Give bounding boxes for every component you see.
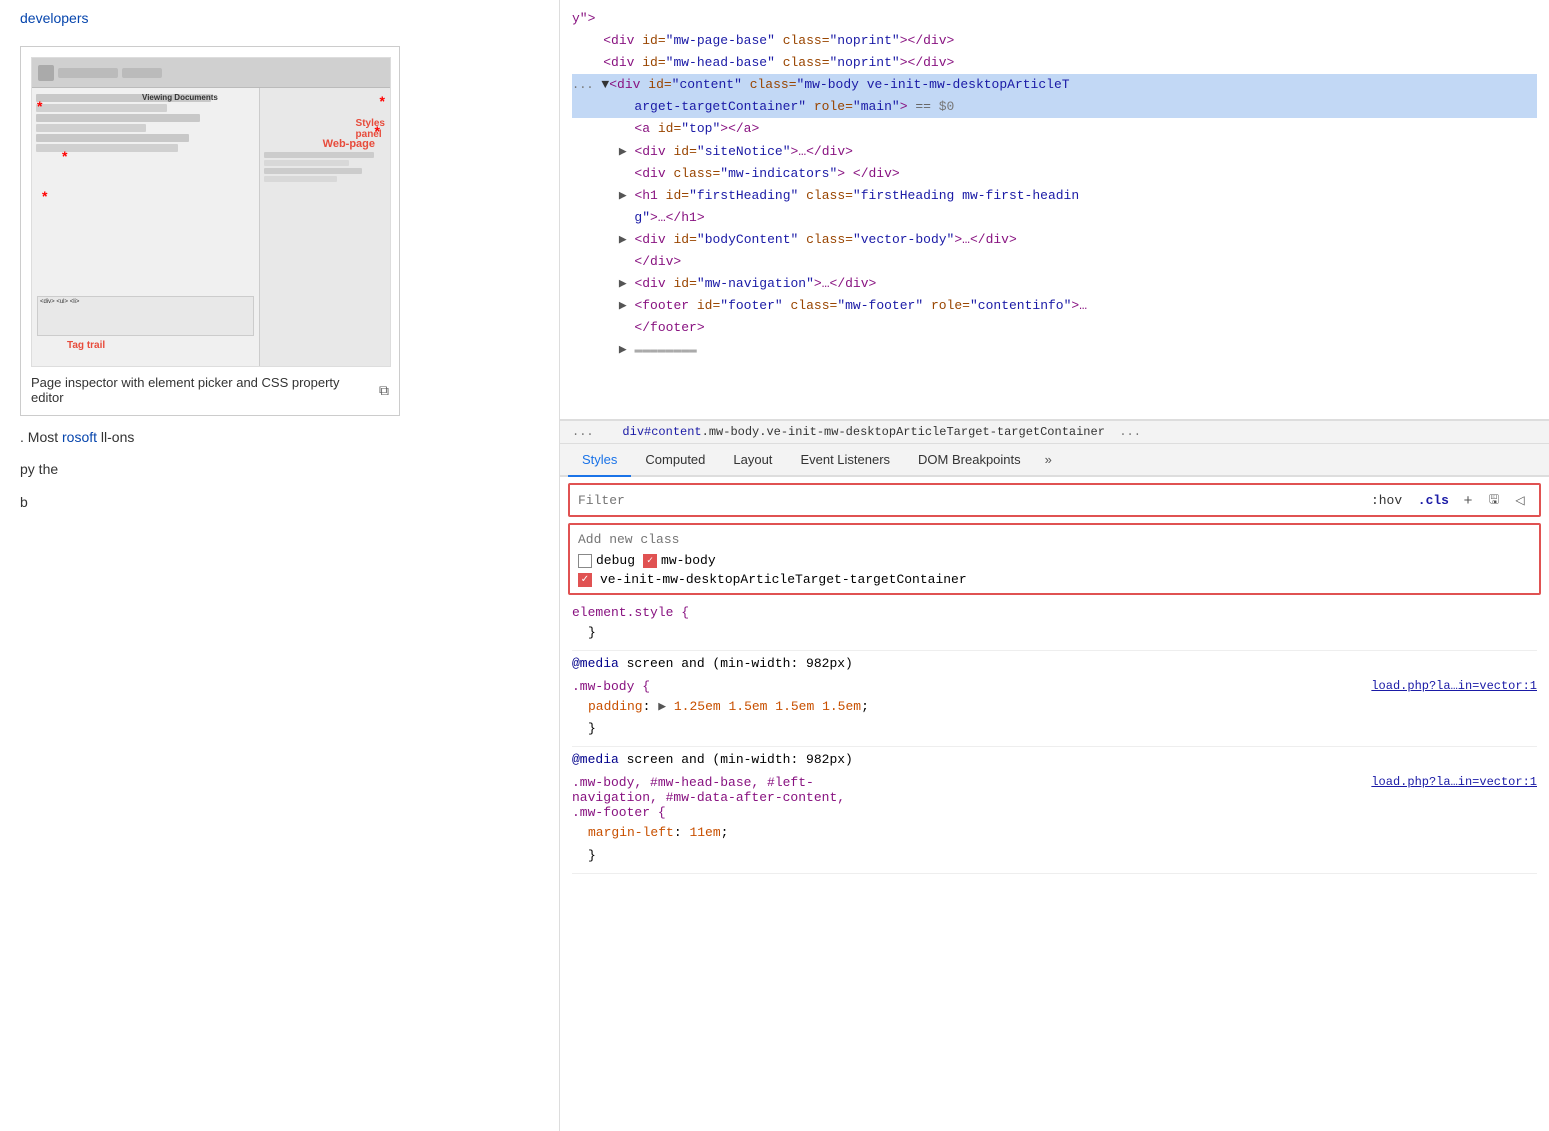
body-text-3: b [20,491,539,513]
html-line: ▶ <footer id="footer" class="mw-footer" … [572,295,1537,317]
css-source-link-2[interactable]: load.php?la…in=vector:1 [1371,775,1537,789]
css-rule-mw-body-multi: @media screen and (min-width: 982px) .mw… [572,749,1537,873]
tab-styles[interactable]: Styles [568,444,631,477]
breadcrumb: ... div#content.mw-body.ve-init-mw-deskt… [560,420,1549,444]
debug-label: debug [596,553,635,568]
image-caption: Page inspector with element picker and C… [31,375,389,405]
html-line: ▶ <div id="bodyContent" class="vector-bo… [572,229,1537,251]
html-line-highlighted-2: arget-targetContainer" role="main"> == $… [572,96,1537,118]
hov-keyword[interactable]: :hov [1371,493,1402,508]
styles-panel: :hov .cls + 🖫 ◁ debug ✓ mw-bo [560,477,1549,1131]
body-link[interactable]: rosoft [62,429,97,445]
ve-init-label: ve-init-mw-desktopArticleTarget-targetCo… [600,572,967,587]
css-selector-2: .mw-body { [572,679,650,694]
caption-text: Page inspector with element picker and C… [31,375,373,405]
expand-icon[interactable]: ⧉ [379,382,389,399]
html-line: <div class="mw-indicators"> </div> [572,163,1537,185]
html-line: y"> [572,8,1537,30]
rule-body: } [572,622,1537,644]
left-panel: developers Code panel [0,0,560,1131]
html-line-highlighted: ... ▼<div id="content" class="mw-body ve… [572,74,1537,96]
ve-init-checkbox[interactable]: ✓ [578,573,592,587]
html-line: ▶ <div id="siteNotice">…</div> [572,141,1537,163]
at-rule-line-2: @media screen and (min-width: 982px) [572,749,1537,771]
class-row-2: ✓ ve-init-mw-desktopArticleTarget-target… [578,572,1531,587]
css-value-2: 11em [689,825,720,840]
cls-keyword[interactable]: .cls [1418,493,1449,508]
css-property-2: margin-left [588,825,674,840]
css-value: 1.25em 1.5em 1.5em 1.5em [674,699,861,714]
html-line: <div id="mw-head-base" class="noprint"><… [572,52,1537,74]
html-line: </div> [572,251,1537,273]
filter-icons: + 🖫 ◁ [1457,489,1531,511]
at-rule-line: @media screen and (min-width: 982px) [572,653,1537,675]
css-rules: element.style { } @media screen and (min… [560,601,1549,876]
filter-input[interactable] [578,493,1371,508]
filter-keywords: :hov .cls [1371,493,1449,508]
new-class-input[interactable] [578,532,1531,547]
class-debug[interactable]: debug [578,553,635,568]
breadcrumb-text: div#content.mw-body.ve-init-mw-desktopAr… [622,425,1112,439]
devtools-panel: y"> <div id="mw-page-base" class="noprin… [560,0,1549,1131]
at-rule: @media [572,656,619,671]
css-selector: element.style { [572,605,689,620]
image-container: Code panel * * * Tag trail [20,46,400,416]
css-rule-header: element.style { [572,601,1537,622]
page-link[interactable]: developers [20,10,89,26]
rule-body-2: padding: ▶ 1.25em 1.5em 1.5em 1.5em; } [572,696,1537,740]
filter-bar: :hov .cls + 🖫 ◁ [568,483,1541,517]
tab-event-listeners[interactable]: Event Listeners [786,444,904,477]
css-source-link[interactable]: load.php?la…in=vector:1 [1371,679,1537,693]
html-line: ▶ ▬▬▬▬▬▬▬▬ [572,339,1537,361]
body-text-2: py the [20,458,539,480]
html-line: <a id="top"></a> [572,118,1537,140]
rule-line: } [588,622,1537,644]
css-rule-element-style: element.style { } [572,601,1537,651]
css-selector-multi: .mw-body, #mw-head-base, #left- navigati… [572,775,845,820]
class-mw-body[interactable]: ✓ mw-body [643,553,716,568]
add-class-button[interactable]: + [1457,489,1479,511]
css-rule-mw-body: @media screen and (min-width: 982px) .mw… [572,653,1537,747]
save-styles-button[interactable]: 🖫 [1483,489,1505,511]
css-property: padding [588,699,643,714]
css-rule-header-2: .mw-body { load.php?la…in=vector:1 [572,675,1537,696]
rule-close: } [588,718,1537,740]
class-editor: debug ✓ mw-body ✓ ve-init-mw-desktopArti… [568,523,1541,595]
html-line: <div id="mw-page-base" class="noprint"><… [572,30,1537,52]
mw-body-checkbox[interactable]: ✓ [643,554,657,568]
mw-body-label: mw-body [661,553,716,568]
css-rule-header-3: .mw-body, #mw-head-base, #left- navigati… [572,771,1537,822]
screenshot-image: Code panel * * * Tag trail [31,57,391,367]
body-text-1: . Most rosoft ll-ons [20,426,539,448]
debug-checkbox[interactable] [578,554,592,568]
tab-more[interactable]: » [1035,444,1062,475]
rule-line: margin-left: 11em; [588,822,1537,844]
rule-close-2: } [588,845,1537,867]
html-source: y"> <div id="mw-page-base" class="noprin… [560,0,1549,420]
html-line: </footer> [572,317,1537,339]
class-checkboxes: debug ✓ mw-body [578,553,1531,568]
at-rule-2: @media [572,752,619,767]
tabs-row: Styles Computed Layout Event Listeners D… [560,444,1549,477]
toggle-sidebar-button[interactable]: ◁ [1509,489,1531,511]
tab-layout[interactable]: Layout [719,444,786,477]
tab-computed[interactable]: Computed [631,444,719,477]
rule-body-3: margin-left: 11em; } [572,822,1537,866]
rule-line: padding: ▶ 1.25em 1.5em 1.5em 1.5em; [588,696,1537,718]
html-line: ▶ <h1 id="firstHeading" class="firstHead… [572,185,1537,207]
html-line: g">…</h1> [572,207,1537,229]
html-line: ▶ <div id="mw-navigation">…</div> [572,273,1537,295]
tab-dom-breakpoints[interactable]: DOM Breakpoints [904,444,1035,477]
